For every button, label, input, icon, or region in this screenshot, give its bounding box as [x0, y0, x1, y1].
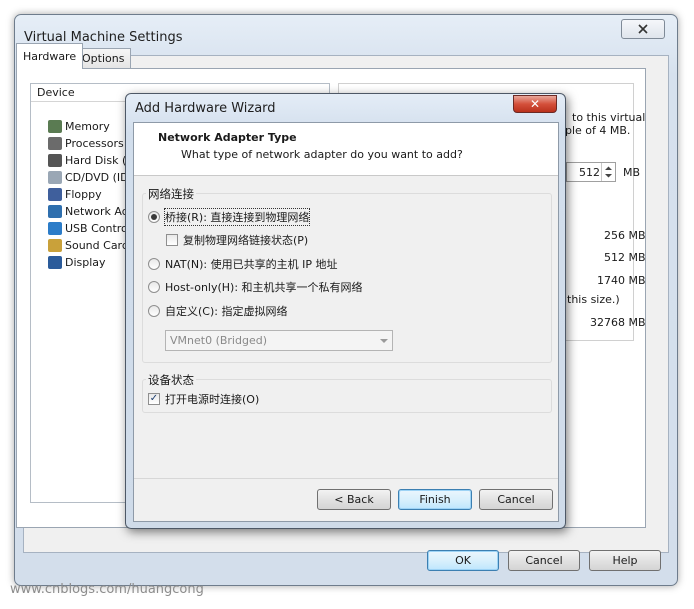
vmnet-select-value: VMnet0 (Bridged)	[170, 334, 267, 347]
replicate-state-label: 复制物理网络链接状态(P)	[183, 234, 309, 247]
device-item-hard-disk[interactable]: Hard Disk (S	[48, 152, 133, 169]
usb-icon	[48, 222, 62, 235]
processor-icon	[48, 137, 62, 150]
memory-spinbox[interactable]: 512	[566, 162, 616, 182]
connect-at-power-on-checkbox[interactable]: ✓	[148, 393, 160, 405]
memory-description-line2: ple of 4 MB.	[565, 124, 631, 137]
tab-options[interactable]: Options	[75, 48, 132, 68]
wizard-step-title: Network Adapter Type	[158, 131, 297, 144]
mem-value-4: this size.)	[567, 293, 620, 306]
floppy-icon	[48, 188, 62, 201]
host-only-label: Host-only(H): 和主机共享一个私有网络	[165, 281, 363, 294]
host-only-radio[interactable]	[148, 281, 160, 293]
mem-value-1: 256 MB	[604, 229, 646, 242]
connect-at-power-on-option[interactable]: ✓ 打开电源时连接(O)	[148, 391, 259, 407]
memory-icon	[48, 120, 62, 133]
tab-hardware[interactable]: Hardware	[16, 43, 84, 69]
mem-value-3: 1740 MB	[597, 274, 646, 287]
nat-option[interactable]: NAT(N): 使用已共享的主机 IP 地址	[148, 256, 338, 272]
wizard-close-button[interactable]: ✕	[513, 95, 557, 113]
nat-radio[interactable]	[148, 258, 160, 270]
replicate-state-checkbox[interactable]	[166, 234, 178, 246]
host-only-option[interactable]: Host-only(H): 和主机共享一个私有网络	[148, 279, 363, 295]
custom-label: 自定义(C): 指定虚拟网络	[165, 305, 288, 318]
cd-dvd-icon	[48, 171, 62, 184]
add-hardware-wizard: Add Hardware Wizard ✕ Network Adapter Ty…	[125, 93, 566, 529]
device-label: Hard Disk (S	[65, 154, 134, 167]
device-status-label: 设备状态	[146, 372, 196, 388]
close-icon: ✕	[529, 97, 541, 111]
sound-card-icon	[48, 239, 62, 252]
device-item-usb[interactable]: USB Controll	[48, 220, 134, 237]
mem-value-5: 32768 MB	[590, 316, 646, 329]
memory-unit: MB	[623, 166, 641, 179]
device-item-processor[interactable]: Processors	[48, 135, 124, 152]
custom-option[interactable]: 自定义(C): 指定虚拟网络	[148, 303, 287, 319]
watermark-text: www.cnblogs.com/huangcong	[10, 582, 204, 597]
wizard-client-area: Network Adapter Type What type of networ…	[133, 122, 559, 522]
device-label: USB Controll	[65, 222, 134, 235]
memory-description-line1: to this virtual	[572, 111, 646, 124]
device-item-floppy[interactable]: Floppy	[48, 186, 102, 203]
finish-button[interactable]: Finish	[398, 489, 472, 510]
chevron-down-icon	[380, 339, 388, 343]
back-button[interactable]: < Back	[317, 489, 391, 510]
vmnet-select[interactable]: VMnet0 (Bridged)	[165, 330, 393, 351]
close-icon	[638, 24, 648, 34]
replicate-state-option[interactable]: 复制物理网络链接状态(P)	[166, 232, 308, 248]
device-item-sound-card[interactable]: Sound Card	[48, 237, 129, 254]
ok-button[interactable]: OK	[427, 550, 499, 571]
device-item-display[interactable]: Display	[48, 254, 106, 271]
memory-value: 512	[579, 166, 600, 179]
custom-radio[interactable]	[148, 305, 160, 317]
wizard-step-subtitle: What type of network adapter do you want…	[181, 148, 463, 161]
spin-arrows-icon[interactable]	[601, 163, 615, 181]
help-button[interactable]: Help	[589, 550, 661, 571]
bridged-option[interactable]: 桥接(R): 直接连接到物理网络	[148, 208, 311, 226]
device-label: Memory	[65, 120, 110, 133]
device-label: Floppy	[65, 188, 102, 201]
footer-divider	[134, 478, 558, 479]
device-label: Sound Card	[65, 239, 129, 252]
display-icon	[48, 256, 62, 269]
nat-label: NAT(N): 使用已共享的主机 IP 地址	[165, 258, 338, 271]
wizard-cancel-button[interactable]: Cancel	[479, 489, 553, 510]
device-label: Processors	[65, 137, 124, 150]
wizard-header: Network Adapter Type What type of networ…	[134, 123, 558, 176]
hard-disk-icon	[48, 154, 62, 167]
mem-value-2: 512 MB	[604, 251, 646, 264]
network-connection-label: 网络连接	[146, 186, 196, 202]
window-close-button[interactable]	[621, 19, 665, 39]
device-item-cd-dvd[interactable]: CD/DVD (IDE	[48, 169, 136, 186]
cancel-button[interactable]: Cancel	[508, 550, 580, 571]
device-label: Display	[65, 256, 106, 269]
device-item-memory[interactable]: Memory	[48, 118, 110, 135]
bridged-label: 桥接(R): 直接连接到物理网络	[163, 208, 311, 226]
device-item-network-adapter[interactable]: Network Ada	[48, 203, 135, 220]
network-adapter-icon	[48, 205, 62, 218]
connect-at-power-on-label: 打开电源时连接(O)	[165, 393, 260, 406]
bridged-radio[interactable]	[148, 211, 160, 223]
wizard-title: Add Hardware Wizard	[135, 101, 276, 116]
